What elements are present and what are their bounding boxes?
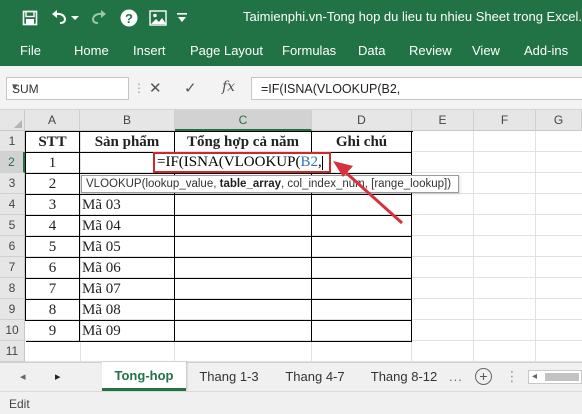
sheet-nav-next-icon[interactable]: ▸ xyxy=(55,370,61,383)
help-icon[interactable]: ? xyxy=(119,8,139,28)
undo-dropdown-icon[interactable] xyxy=(70,8,80,28)
sheet-tab-thang-1-3[interactable]: Thang 1-3 xyxy=(188,363,270,390)
insert-function-icon[interactable]: fx xyxy=(222,79,235,95)
sheet-tab-tong-hop[interactable]: Tong-hop xyxy=(102,362,186,391)
sheet-tab-bar: ◂ ▸ Tong-hop Thang 1-3 Thang 4-7 Thang 8… xyxy=(0,362,582,391)
image-icon[interactable] xyxy=(148,8,168,28)
tab-formulas[interactable]: Formulas xyxy=(282,43,336,58)
formula-text: =IF(ISNA(VLOOKUP(B2, xyxy=(261,82,401,96)
window-title: Taimienphi.vn-Tong hop du lieu tu nhieu … xyxy=(243,9,582,24)
annotation-arrow xyxy=(333,161,404,225)
horizontal-scrollbar[interactable]: ◂ xyxy=(528,370,582,384)
dropdown-icon[interactable] xyxy=(174,8,190,28)
name-box[interactable]: SUM ▾ xyxy=(6,77,129,100)
tab-insert[interactable]: Insert xyxy=(133,43,166,58)
enter-icon[interactable]: ✓ xyxy=(184,79,197,97)
sheet-tab-thang-4-7[interactable]: Thang 4-7 xyxy=(274,363,356,390)
scroll-left-icon[interactable]: ◂ xyxy=(532,371,537,382)
sheet-tab-thang-8-12[interactable]: Thang 8-12 xyxy=(361,363,447,390)
status-mode: Edit xyxy=(9,397,30,411)
svg-text:?: ? xyxy=(125,11,133,26)
title-bar: ? Taimienphi.vn-Tong hop du lieu tu nhie… xyxy=(0,0,582,36)
tab-add-ins[interactable]: Add-ins xyxy=(524,43,568,58)
tab-file[interactable]: File xyxy=(20,43,41,58)
worksheet-grid[interactable]: A B C D E F G 1 2 3 4 5 6 7 8 9 10 11 ST… xyxy=(0,110,582,362)
tab-page-layout[interactable]: Page Layout xyxy=(190,43,263,58)
arrow-shaft xyxy=(341,168,404,225)
tab-view[interactable]: View xyxy=(472,43,500,58)
formula-input[interactable]: =IF(ISNA(VLOOKUP(B2, xyxy=(251,77,582,100)
sheet-nav-prev-icon[interactable]: ◂ xyxy=(20,370,26,383)
ribbon-tabs: File Home Insert Page Layout Formulas Da… xyxy=(0,36,582,66)
tab-home[interactable]: Home xyxy=(74,43,109,58)
scroll-grip-icon[interactable]: ⋮ xyxy=(505,368,519,385)
status-bar: Edit xyxy=(0,391,582,414)
tab-data[interactable]: Data xyxy=(358,43,385,58)
tab-review[interactable]: Review xyxy=(409,43,452,58)
more-sheets-button[interactable]: ... xyxy=(449,369,463,384)
undo-icon[interactable] xyxy=(50,8,70,28)
cancel-icon[interactable]: ✕ xyxy=(149,79,162,97)
redo-icon xyxy=(88,8,110,28)
save-icon[interactable] xyxy=(20,8,40,28)
formula-bar-grip-icon: ⋮ xyxy=(133,81,145,95)
add-sheet-button[interactable]: + xyxy=(475,368,492,385)
scroll-thumb[interactable] xyxy=(545,373,579,381)
chevron-down-icon[interactable]: ▾ xyxy=(12,80,124,93)
